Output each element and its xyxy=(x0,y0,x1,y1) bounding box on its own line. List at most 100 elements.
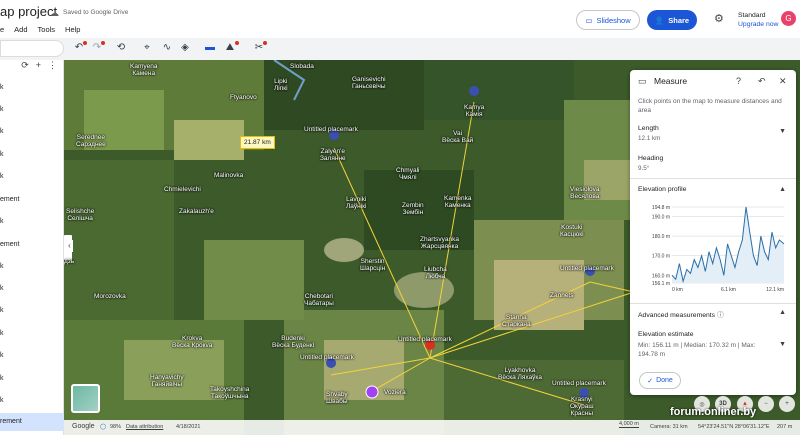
more-vert-icon[interactable]: ⋮ xyxy=(48,60,57,74)
sidebar-item[interactable]: k xyxy=(0,375,4,382)
imagery-date: 4/18/2021 xyxy=(176,424,201,430)
elevation-estimate-value: Min: 156.11 m | Median: 170.32 m | Max: … xyxy=(638,342,756,358)
map-label: Zhartsvyanka Жарсцвянка xyxy=(420,236,460,250)
map-label: Ftyanovo xyxy=(230,94,257,101)
done-button[interactable]: ✓ Done xyxy=(639,372,681,389)
sidebar-item[interactable]: k xyxy=(0,84,4,91)
search-input[interactable] xyxy=(0,40,64,57)
elevation-profile-label: Elevation profile xyxy=(638,186,687,193)
map-label: Kostuki Касцюкі xyxy=(560,224,584,238)
measure-instructions: Click points on the map to measure dista… xyxy=(638,98,782,114)
menu-edit[interactable]: e xyxy=(0,25,4,34)
sidebar-item[interactable]: k xyxy=(0,128,4,135)
sidebar-item[interactable]: k xyxy=(0,352,4,359)
sidebar-item[interactable]: ement xyxy=(0,241,19,248)
cloud-saved-icon: ☁ xyxy=(50,8,59,18)
data-attribution-link[interactable]: Data attribution xyxy=(126,424,163,430)
map-label: Ganisevichi Ганьсевічы xyxy=(352,76,386,90)
slideshow-button[interactable]: ▭ Slideshow xyxy=(576,10,640,30)
map-label: Lyakhovka Вёска Ляхаўка xyxy=(498,367,543,381)
measure-badge xyxy=(263,41,267,45)
map-label: Lavniki Лаўнікі xyxy=(346,196,367,210)
placemark-icon[interactable]: ⌖ xyxy=(140,42,154,53)
map-label: Chmielevichi xyxy=(164,186,201,193)
elevation-chart: 194.8 m 190.0 m 180.0 m 170.0 m 160.0 m 156.1… xyxy=(652,205,785,293)
collapse-advanced-icon[interactable]: ▲ xyxy=(779,309,786,316)
map-label: Krokva Вёска Крокva xyxy=(172,335,213,349)
menu-tools[interactable]: Tools xyxy=(38,25,56,34)
map-label: Zannets xyxy=(550,292,574,299)
map-label: Kamenka Каменка xyxy=(444,195,472,209)
slide-icon[interactable]: ▬ xyxy=(203,42,217,53)
measure-title: Measure xyxy=(654,76,688,86)
x-tick-label: 0 km xyxy=(672,287,683,293)
undo-badge xyxy=(83,41,87,45)
collapse-elevation-icon[interactable]: ▲ xyxy=(779,186,786,193)
sidebar-item[interactable]: k xyxy=(0,397,4,404)
google-logo: Google xyxy=(72,423,95,430)
plan-name: Standard xyxy=(738,12,766,19)
avatar[interactable]: G xyxy=(781,11,796,26)
zoom-out-icon[interactable]: − xyxy=(758,396,774,412)
sidebar-item-selected[interactable]: rement xyxy=(0,413,64,431)
x-tick-label: 12.1 km xyxy=(766,287,784,293)
sidebar-item[interactable]: k xyxy=(0,307,4,314)
map-label: Zakalauzh'e xyxy=(179,208,214,215)
slideshow-icon: ▭ xyxy=(585,15,593,25)
project-title[interactable]: ap project xyxy=(0,4,57,19)
sidebar-item[interactable]: k xyxy=(0,285,4,292)
draw-line-icon[interactable]: ∿ xyxy=(160,42,174,53)
elevation-estimate-label: Elevation estimate xyxy=(638,331,694,338)
y-tick-label: 194.8 m xyxy=(652,205,670,211)
redo-badge xyxy=(101,41,105,45)
history-icon[interactable]: ⟲ xyxy=(114,42,128,53)
heading-label: Heading xyxy=(638,155,664,162)
upgrade-link[interactable]: Upgrade now xyxy=(738,20,778,29)
undo-icon[interactable]: ↶ xyxy=(758,76,766,87)
distance-tag: 21.87 km xyxy=(240,136,275,149)
share-button[interactable]: 👤 Share xyxy=(647,10,697,30)
map-label: Sherstin Шарсцін xyxy=(360,258,386,272)
scale-bar: 4,000 m xyxy=(619,421,639,428)
heading-value: 9.5° xyxy=(638,165,650,172)
help-icon[interactable]: ? xyxy=(736,76,741,86)
sidebar-item[interactable]: k xyxy=(0,218,4,225)
camera-altitude: Camera: 31 km xyxy=(650,424,688,430)
sidebar-item[interactable]: k xyxy=(0,173,4,180)
collapse-sidebar-icon[interactable]: ‹ xyxy=(66,240,73,252)
map-label: Liubcha Любча xyxy=(424,266,447,280)
sidebar: ⟳ + ⋮ k k k k k ement k ement k k k k k … xyxy=(0,60,64,435)
menu-add[interactable]: Add xyxy=(14,25,27,34)
map-label: Serednee Сарэднее xyxy=(76,134,106,148)
close-icon[interactable]: ✕ xyxy=(779,76,787,87)
map-label: Kamya Камія xyxy=(464,104,485,118)
advanced-measurements-label: Advanced measurements ⓘ xyxy=(638,312,724,319)
ruler-icon: ▭ xyxy=(638,76,647,86)
add-icon[interactable]: + xyxy=(36,60,41,74)
toolbar: ↶ ↷ ⟲ ⌖ ∿ ◈ ▬ ⛰ ✂ xyxy=(0,38,800,60)
ground-elevation: 207 m xyxy=(777,424,793,430)
gear-icon[interactable]: ⚙ xyxy=(714,12,724,25)
y-tick-label: 180.0 m xyxy=(652,234,670,240)
map-label: Budenki Вёска Буденкі xyxy=(272,335,315,349)
refresh-icon[interactable]: ⟳ xyxy=(21,60,29,74)
map-label: Zembin Зембін xyxy=(402,202,424,216)
top-bar: ap project ☁ Saved to Google Drive e Add… xyxy=(0,0,800,38)
sidebar-item[interactable]: k xyxy=(0,330,4,337)
sidebar-item[interactable]: k xyxy=(0,151,4,158)
sidebar-item[interactable]: ement xyxy=(0,196,19,203)
length-unit-dropdown-icon[interactable]: ▼ xyxy=(779,128,786,135)
map-label: Morozovka xyxy=(94,293,126,300)
layers-icon[interactable]: ◈ xyxy=(178,42,192,53)
sidebar-item[interactable]: k xyxy=(0,106,4,113)
zoom-in-icon[interactable]: + xyxy=(779,396,795,412)
length-value: 12.1 km xyxy=(638,135,661,142)
sidebar-item[interactable]: k xyxy=(0,263,4,270)
x-tick-label: 6.1 km xyxy=(721,287,736,293)
image-badge xyxy=(235,41,239,45)
estimate-dropdown-icon[interactable]: ▼ xyxy=(779,341,786,348)
menu-help[interactable]: Help xyxy=(65,25,80,34)
info-icon: ⓘ xyxy=(716,312,724,319)
measure-panel: ▭ Measure ? ↶ ✕ Click points on the map … xyxy=(630,70,796,395)
map-style-thumbnail[interactable] xyxy=(71,384,100,413)
